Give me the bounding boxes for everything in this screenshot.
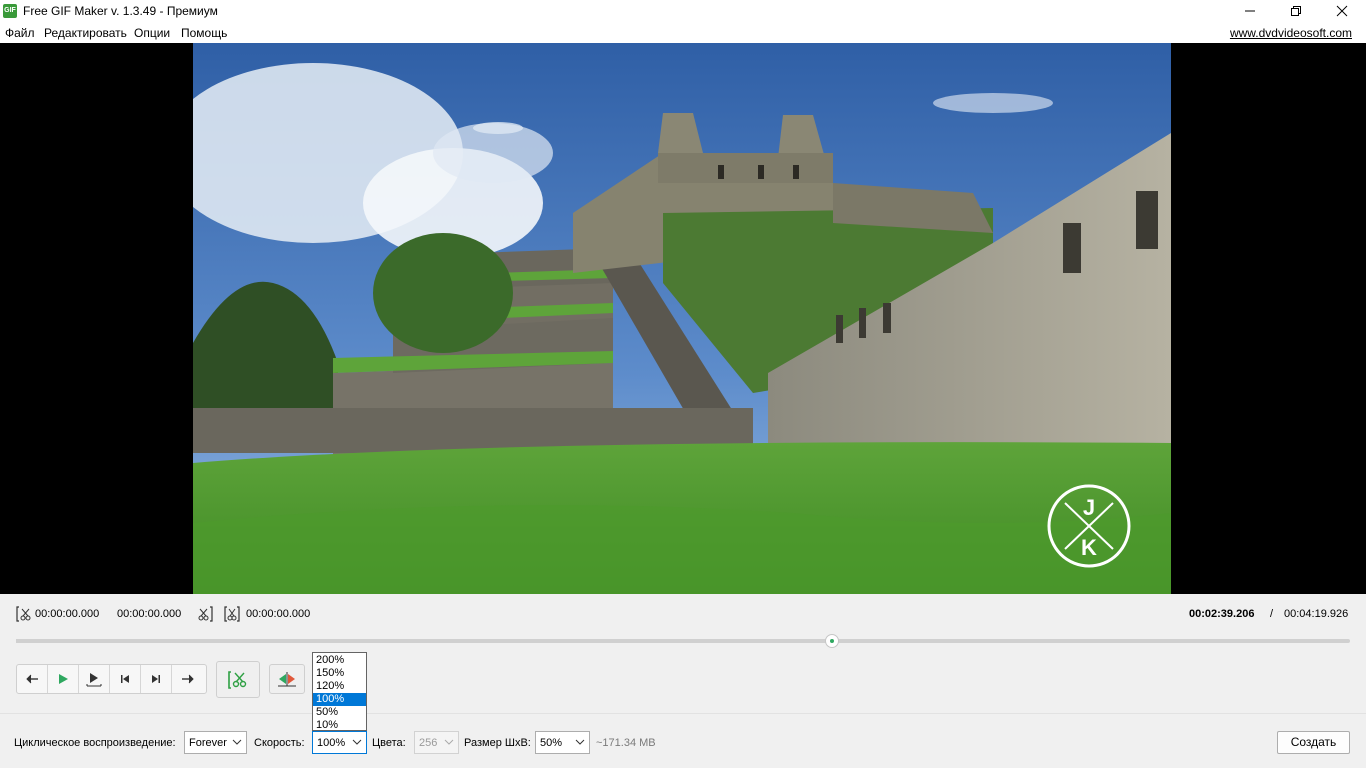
window-title: Free GIF Maker v. 1.3.49 - Премиум — [23, 4, 218, 18]
end-time: 00:00:00.000 — [117, 608, 182, 620]
time-separator: / — [1270, 608, 1274, 620]
speed-option[interactable]: 120% — [313, 680, 366, 693]
speed-select[interactable]: 100% — [312, 731, 367, 754]
app-icon: GIF — [3, 4, 17, 18]
watermark-top-letter: J — [1083, 495, 1095, 520]
speed-option[interactable]: 200% — [313, 654, 366, 667]
create-button[interactable]: Создать — [1277, 731, 1350, 754]
menu-edit[interactable]: Редактировать — [44, 26, 127, 40]
speed-option[interactable]: 10% — [313, 719, 366, 732]
loop-select[interactable]: Forever — [184, 731, 247, 754]
website-link[interactable]: www.dvdvideosoft.com — [1230, 26, 1352, 40]
size-select[interactable]: 50% — [535, 731, 590, 754]
current-time: 00:02:39.206 — [1189, 608, 1255, 620]
watermark-bottom-letter: K — [1081, 535, 1097, 560]
seek-bar[interactable] — [16, 634, 1350, 648]
title-bar: GIF Free GIF Maker v. 1.3.49 - Премиум — [0, 0, 1366, 22]
set-end-icon[interactable] — [197, 606, 213, 622]
file-size-estimate: ~171.34 MB — [596, 737, 656, 749]
minimize-icon[interactable] — [1227, 0, 1273, 22]
start-time: 00:00:00.000 — [35, 608, 100, 620]
next-frame-icon[interactable] — [79, 665, 110, 693]
size-label: Размер ШxВ: — [464, 737, 531, 749]
scissors-icon — [228, 670, 247, 689]
chevron-down-icon — [352, 739, 362, 745]
skip-start-icon[interactable] — [110, 665, 141, 693]
cut-time: 00:00:00.000 — [246, 608, 311, 620]
speed-option[interactable]: 50% — [313, 706, 366, 719]
seek-thumb[interactable] — [825, 634, 839, 648]
chevron-down-icon — [575, 739, 585, 745]
speed-value: 100% — [317, 737, 346, 749]
chevron-down-icon — [444, 739, 454, 745]
set-start-icon[interactable] — [16, 606, 32, 622]
colors-label: Цвета: — [372, 737, 406, 749]
loop-value: Forever — [189, 737, 227, 749]
bottom-separator — [0, 713, 1366, 714]
colors-value: 256 — [419, 737, 438, 749]
time-row: 00:00:00.000 00:00:00.000 00:00:00.000 0… — [0, 604, 1366, 626]
menu-bar: Файл Редактировать Опции Помощь www.dvdv… — [0, 22, 1366, 43]
menu-file[interactable]: Файл — [5, 26, 35, 40]
total-time: 00:04:19.926 — [1284, 608, 1349, 620]
speed-option[interactable]: 150% — [313, 667, 366, 680]
speed-label: Скорость: — [254, 737, 305, 749]
menu-help[interactable]: Помощь — [181, 26, 227, 40]
play-icon[interactable] — [48, 665, 79, 693]
colors-select[interactable]: 256 — [414, 731, 459, 754]
forward-arrow-icon[interactable] — [172, 665, 203, 693]
loop-label: Циклическое воспроизведение: — [14, 737, 176, 749]
flip-button[interactable] — [269, 664, 305, 694]
speed-option-selected[interactable]: 100% — [313, 693, 366, 706]
speed-dropdown-list: 200% 150% 120% 100% 50% 10% — [312, 652, 367, 731]
size-value: 50% — [540, 737, 563, 749]
seek-progress — [16, 639, 832, 643]
video-preview[interactable]: J K — [0, 43, 1366, 594]
skip-end-icon[interactable] — [141, 665, 172, 693]
cut-marker-icon[interactable] — [224, 606, 240, 622]
chevron-down-icon — [232, 739, 242, 745]
close-icon[interactable] — [1319, 0, 1365, 22]
video-frame: J K — [193, 43, 1171, 594]
restore-icon[interactable] — [1273, 0, 1319, 22]
back-arrow-icon[interactable] — [17, 665, 48, 693]
playback-controls — [16, 664, 207, 694]
menu-options[interactable]: Опции — [134, 26, 170, 40]
cut-button[interactable] — [216, 661, 260, 698]
flip-icon — [278, 672, 296, 687]
